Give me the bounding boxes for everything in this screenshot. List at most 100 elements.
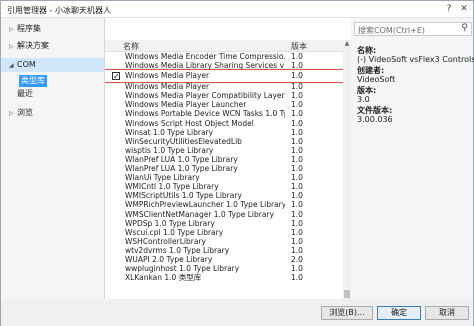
row-checkbox[interactable]: [112, 247, 119, 254]
row-version: 1.0: [291, 200, 303, 210]
list-header: 名称 版本: [105, 40, 351, 52]
cancel-button[interactable]: 取消: [425, 306, 469, 320]
row-version: 1.0: [291, 82, 303, 92]
list-item[interactable]: wisptis 1.0 Type Library 1.0: [105, 146, 343, 155]
ok-button[interactable]: 确定: [377, 306, 421, 320]
row-name: Windows Media Encoder Time Compressio...: [125, 52, 285, 61]
list-item[interactable]: wtv2dvrms 1.0 Type Library 1.0: [105, 246, 343, 255]
list-item[interactable]: Wscui.cpl 1.0 Type Library 1.0: [105, 228, 343, 237]
list-item[interactable]: Windows Media Player Launcher 1.0: [105, 100, 343, 109]
scrollbar-thumb[interactable]: [344, 290, 350, 298]
nav-item-browse[interactable]: ▷ 浏览: [9, 106, 33, 120]
row-name: WlanPref LUA 1.0 Type Library: [125, 164, 238, 174]
close-button[interactable]: ✕: [457, 3, 471, 15]
row-checkbox[interactable]: [112, 129, 119, 136]
list-item[interactable]: Winsat 1.0 Type Library 1.0: [105, 128, 343, 137]
row-name: WSHControllerLibrary: [125, 236, 206, 246]
row-checkbox[interactable]: [112, 165, 119, 172]
list-item[interactable]: WlanPref LUA 1.0 Type Library 1.0: [105, 164, 343, 173]
row-checkbox[interactable]: [112, 238, 119, 245]
row-checkbox[interactable]: [112, 147, 119, 154]
list-item[interactable]: Windows Portable Device WCN Tasks 1.0 Ty…: [105, 109, 343, 118]
list-item[interactable]: Windows Media Player Compatibility Layer…: [105, 91, 343, 100]
list-item[interactable]: WMSClientNetManager 1.0 Type Library 1.0: [105, 210, 343, 219]
row-version: 1.0: [291, 136, 303, 146]
row-checkbox[interactable]: [112, 62, 119, 69]
row-name: WlanPref LUA 1.0 Type Library: [125, 154, 238, 164]
row-checkbox[interactable]: [112, 192, 119, 199]
list-rows: Windows Media Encoder Time Compressio...…: [105, 52, 343, 299]
list-item[interactable]: Windows Media Player 1.0: [105, 82, 343, 91]
row-checkbox[interactable]: [112, 138, 119, 145]
list-item[interactable]: WlanUi Type Library 1.0: [105, 173, 343, 182]
list-item[interactable]: XLKankan 1.0 类型库 1.0: [105, 273, 343, 282]
row-checkbox[interactable]: [112, 220, 119, 227]
row-version: 1.0: [291, 61, 303, 71]
row-version: 1.0: [291, 191, 303, 201]
row-checkbox[interactable]: [112, 53, 119, 60]
row-version: 1.0: [291, 127, 303, 137]
row-checkbox[interactable]: [112, 120, 119, 127]
row-checkbox[interactable]: [112, 156, 119, 163]
column-header-version[interactable]: 版本: [291, 41, 307, 52]
row-checkbox[interactable]: [112, 201, 119, 208]
list-item[interactable]: WMPRichPreviewLauncher 1.0 Type Library 1…: [105, 200, 343, 209]
row-version: 1.0: [291, 273, 303, 283]
version-value: 3.0: [357, 95, 370, 104]
list-item[interactable]: Windows Media Encoder Time Compressio...…: [105, 52, 343, 61]
list-item[interactable]: WPDSp 1.0 Type Library 1.0: [105, 219, 343, 228]
row-name: WMPRichPreviewLauncher 1.0 Type Library: [125, 200, 285, 210]
row-checkbox[interactable]: [112, 274, 119, 281]
list-item[interactable]: Windows Script Host Object Model 1.0: [105, 119, 343, 128]
search-icon[interactable]: ⚲: [461, 23, 468, 33]
list-item[interactable]: WMIScriptUtils 1.0 Type Library 1.0: [105, 191, 343, 200]
nav-subitem-recent[interactable]: 最近: [17, 88, 33, 100]
row-checkbox[interactable]: [112, 229, 119, 236]
row-version: 1.0: [291, 236, 303, 246]
expand-arrow-icon: ▷: [9, 43, 14, 50]
row-checkbox[interactable]: [112, 83, 119, 90]
row-checkbox[interactable]: [112, 71, 120, 83]
row-name: Windows Media Player: [125, 71, 210, 81]
row-checkbox[interactable]: [112, 211, 119, 218]
row-checkbox[interactable]: [112, 174, 119, 181]
row-version: 1.0: [291, 71, 303, 81]
row-name: WMICntl 1.0 Type Library: [125, 182, 219, 192]
nav-item-label: 浏览: [17, 108, 33, 117]
row-version: 1.0: [291, 209, 303, 219]
list-item[interactable]: Windows Media Library Sharing Services v…: [105, 61, 343, 70]
row-checkbox[interactable]: [112, 92, 119, 99]
row-checkbox[interactable]: [112, 101, 119, 108]
nav-item-solution[interactable]: ▷ 解决方案: [9, 39, 49, 53]
row-checkbox[interactable]: [112, 256, 119, 263]
row-version: 1.0: [291, 173, 303, 183]
row-name: wwpluginhost 1.0 Type Library: [125, 264, 240, 274]
details-panel: 搜索COM(Ctrl+E) ⚲ 名称: (-) VideoSoft vsFlex…: [352, 18, 474, 299]
row-version: 1.0: [291, 118, 303, 128]
search-input[interactable]: 搜索COM(Ctrl+E) ⚲: [354, 22, 472, 36]
help-button[interactable]: ?: [442, 3, 456, 15]
nav-item-com[interactable]: ◢ COM: [9, 58, 36, 72]
nav-subitem-type-libraries[interactable]: 类型库: [19, 75, 47, 87]
row-checkbox[interactable]: [112, 265, 119, 272]
list-item[interactable]: WMICntl 1.0 Type Library 1.0: [105, 182, 343, 191]
row-checkbox[interactable]: [112, 183, 119, 190]
list-item[interactable]: WUAPI 2.0 Type Library 2.0: [105, 255, 343, 264]
row-name: WinSecurityUtilitiesElevatedLib: [125, 136, 242, 146]
list-item[interactable]: WlanPref LUA 1.0 Type Library 1.0: [105, 155, 343, 164]
row-checkbox[interactable]: [112, 110, 119, 117]
row-name: WMSClientNetManager 1.0 Type Library: [125, 209, 274, 219]
browse-button[interactable]: 浏览(B)...: [321, 306, 373, 320]
list-item[interactable]: WSHControllerLibrary 1.0: [105, 237, 343, 246]
list-item-selected[interactable]: Windows Media Player 1.0: [105, 69, 343, 84]
row-name: WlanUi Type Library: [125, 173, 200, 183]
column-header-name[interactable]: 名称: [123, 41, 139, 52]
row-version: 1.0: [291, 245, 303, 255]
nav-item-assemblies[interactable]: ▷ 程序集: [9, 22, 41, 36]
list-item[interactable]: wwpluginhost 1.0 Type Library 1.0: [105, 264, 343, 273]
row-version: 1.0: [291, 91, 303, 101]
vertical-scrollbar[interactable]: ▲: [343, 40, 351, 299]
list-item[interactable]: WinSecurityUtilitiesElevatedLib 1.0: [105, 137, 343, 146]
scroll-up-icon[interactable]: ▲: [343, 40, 351, 48]
row-name: Windows Portable Device WCN Tasks 1.0 Ty…: [125, 109, 285, 119]
